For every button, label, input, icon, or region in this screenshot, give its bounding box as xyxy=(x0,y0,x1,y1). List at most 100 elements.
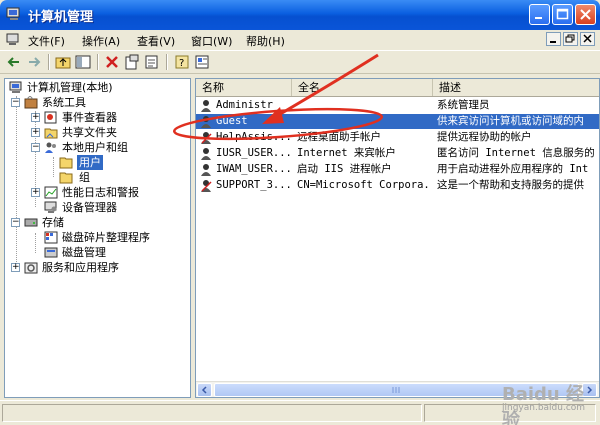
refresh-icon[interactable] xyxy=(144,54,160,70)
cell-description: 这是一个帮助和支持服务的提供 xyxy=(437,179,584,191)
performance-icon xyxy=(44,186,58,199)
cell-name: HelpAssis... xyxy=(216,131,290,143)
user-icon xyxy=(201,132,212,144)
maximize-button[interactable] xyxy=(552,4,573,25)
tools-icon xyxy=(24,96,38,109)
user-icon xyxy=(201,100,211,112)
tree-label-services-apps: 服务和应用程序 xyxy=(42,261,119,274)
collapse-toggle[interactable]: − xyxy=(31,143,40,152)
event-viewer-icon xyxy=(44,111,57,124)
collapse-toggle[interactable]: − xyxy=(11,218,20,227)
tree-label-local-users-groups: 本地用户和组 xyxy=(62,141,128,154)
cell-name: SUPPORT_3... xyxy=(216,179,290,191)
collapse-toggle[interactable]: − xyxy=(11,98,20,107)
chevron-left-icon xyxy=(201,386,207,394)
menu-bar: 文件(F) 操作(A) 查看(V) 窗口(W) 帮助(H) xyxy=(0,30,600,51)
table-row-selected[interactable]: Guest 供来宾访问计算机或访问域的内 xyxy=(196,114,599,129)
tree-label-event-viewer: 事件查看器 xyxy=(62,111,117,124)
delete-icon[interactable] xyxy=(104,54,120,70)
cell-fullname: CN=Microsoft Corpora... xyxy=(297,179,431,191)
tree-label-users: 用户 xyxy=(77,155,103,170)
status-segment xyxy=(2,404,422,422)
mdi-restore-button[interactable] xyxy=(563,32,578,46)
tree-label-root: 计算机管理(本地) xyxy=(27,81,113,94)
cell-name: Guest xyxy=(216,115,248,127)
cell-fullname: Internet 来宾帐户 xyxy=(297,147,396,159)
title-bar[interactable]: 计算机管理 xyxy=(0,0,600,30)
tree-label-disk-management: 磁盘管理 xyxy=(62,246,106,259)
computer-management-icon xyxy=(6,7,20,20)
close-button[interactable] xyxy=(575,4,596,25)
svg-text:?: ? xyxy=(179,58,184,69)
show-hide-tree-icon[interactable] xyxy=(75,54,91,70)
restore-icon xyxy=(565,34,575,43)
expand-toggle[interactable]: + xyxy=(31,188,40,197)
properties-icon[interactable] xyxy=(124,54,140,70)
cell-name: IWAM_USER... xyxy=(216,163,290,175)
folder-icon xyxy=(59,157,73,169)
cell-description: 提供远程协助的帐户 xyxy=(437,131,532,143)
console-tree-pane[interactable]: 计算机管理(本地) − 系统工具 + 事件查看器 + 共享文件夹 − 本地用户和… xyxy=(4,78,191,398)
user-icon xyxy=(201,148,211,160)
storage-icon xyxy=(24,218,38,227)
help-icon[interactable]: ? xyxy=(174,54,190,70)
cell-name: Administr xyxy=(216,99,273,111)
user-icon xyxy=(201,164,211,176)
table-row[interactable]: Administr 系统管理员 xyxy=(196,98,599,113)
tree-label-defrag: 磁盘碎片整理程序 xyxy=(62,231,150,244)
mdi-close-button[interactable] xyxy=(580,32,595,46)
user-icon xyxy=(201,180,212,192)
minimize-icon xyxy=(550,41,556,43)
menu-window[interactable]: 窗口(W) xyxy=(191,33,232,49)
close-icon xyxy=(583,34,592,43)
tree-label-shared-folders: 共享文件夹 xyxy=(62,126,117,139)
toolbar-separator xyxy=(97,54,99,70)
tree-label-device-manager: 设备管理器 xyxy=(62,201,117,214)
column-header-fullname[interactable]: 全名 xyxy=(292,79,433,96)
folder-icon xyxy=(59,172,73,184)
toolbar: ? xyxy=(0,51,600,74)
baidu-watermark: Baidu 经验 jingyan.baidu.com xyxy=(494,380,594,425)
console-icon[interactable] xyxy=(6,33,20,47)
menu-action[interactable]: 操作(A) xyxy=(82,33,120,49)
mdi-minimize-button[interactable] xyxy=(546,32,561,46)
menu-view[interactable]: 查看(V) xyxy=(137,33,175,49)
device-manager-icon xyxy=(44,201,57,213)
column-header-name[interactable]: 名称 xyxy=(196,79,292,96)
toolbar-separator xyxy=(48,54,50,70)
table-row[interactable]: IWAM_USER... 启动 IIS 进程帐户 用于启动进程外应用程序的 In… xyxy=(196,162,599,177)
view-icon[interactable] xyxy=(194,54,210,70)
window-title: 计算机管理 xyxy=(28,10,94,25)
menu-file[interactable]: 文件(F) xyxy=(28,33,65,49)
minimize-icon xyxy=(535,17,542,19)
services-icon xyxy=(24,262,38,274)
cell-fullname: 启动 IIS 进程帐户 xyxy=(297,163,392,175)
cell-description: 供来宾访问计算机或访问域的内 xyxy=(437,115,584,127)
expand-toggle[interactable]: + xyxy=(31,128,40,137)
table-row[interactable]: SUPPORT_3... CN=Microsoft Corpora... 这是一… xyxy=(196,178,599,193)
table-row[interactable]: IUSR_USER... Internet 来宾帐户 匿名访问 Internet… xyxy=(196,146,599,161)
tree-label-storage: 存储 xyxy=(42,216,64,229)
cell-description: 匿名访问 Internet 信息服务的 xyxy=(437,147,595,159)
watermark-url: jingyan.baidu.com xyxy=(502,403,586,413)
column-header-description[interactable]: 描述 xyxy=(433,79,599,96)
expand-toggle[interactable]: + xyxy=(11,263,20,272)
back-icon[interactable] xyxy=(6,54,22,70)
table-row[interactable]: HelpAssis... 远程桌面助手帐户 提供远程协助的帐户 xyxy=(196,130,599,145)
cell-description: 用于启动进程外应用程序的 Int xyxy=(437,163,589,175)
up-level-icon[interactable] xyxy=(55,54,71,70)
close-icon xyxy=(580,9,591,20)
minimize-button[interactable] xyxy=(529,4,550,25)
user-list-pane[interactable]: 名称 全名 描述 Administr 系统管理员 Guest 供来宾访问计算机或… xyxy=(195,78,600,398)
tree-connector xyxy=(53,157,55,177)
menu-help[interactable]: 帮助(H) xyxy=(246,33,285,49)
scroll-left-button[interactable] xyxy=(197,383,212,397)
forward-icon[interactable] xyxy=(26,54,42,70)
defrag-icon xyxy=(44,231,58,244)
user-icon xyxy=(201,116,211,128)
expand-toggle[interactable]: + xyxy=(31,113,40,122)
computer-management-window: 计算机管理 文件(F) 操作(A) 查看(V) 窗口(W) 帮助(H) ? 计算… xyxy=(0,0,600,425)
tree-label-groups: 组 xyxy=(79,171,90,184)
users-groups-icon xyxy=(45,142,56,153)
tree-connector xyxy=(35,233,37,253)
